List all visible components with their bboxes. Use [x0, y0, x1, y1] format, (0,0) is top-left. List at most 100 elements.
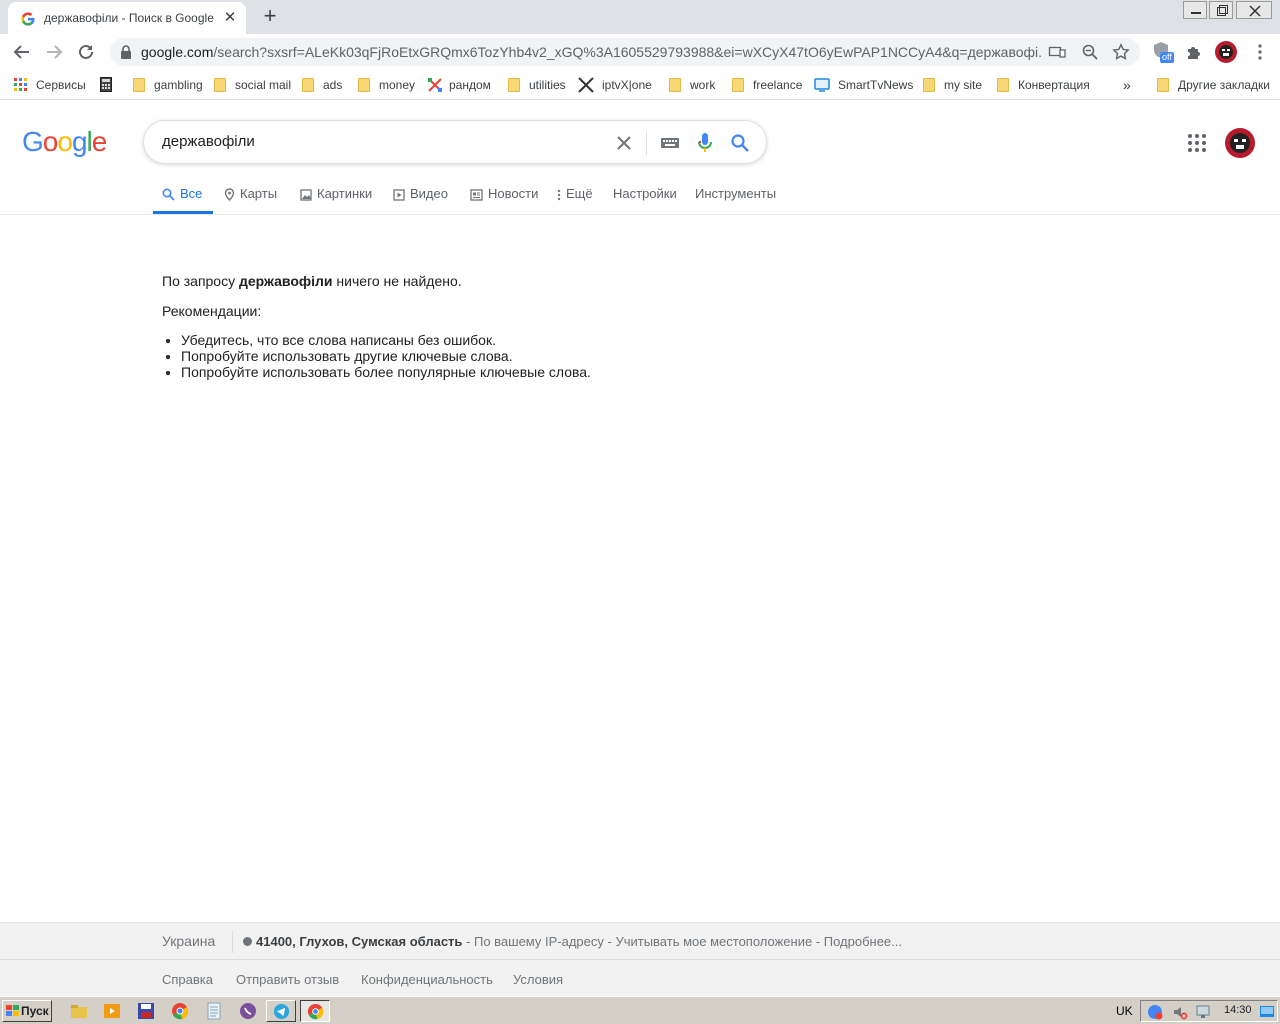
folder-icon — [996, 77, 1010, 93]
bookmark-ads[interactable]: ads — [301, 77, 342, 93]
reload-icon[interactable] — [76, 42, 96, 62]
notepad-icon[interactable] — [205, 1002, 223, 1020]
tab-label: Новости — [488, 186, 539, 201]
page-footer: Украина 41400, Глухов, Сумская область -… — [0, 922, 1280, 996]
footer-link-help[interactable]: Справка — [162, 972, 213, 987]
start-label: Пуск — [21, 1004, 49, 1018]
viber-icon[interactable] — [239, 1002, 257, 1020]
network-status-icon[interactable] — [1147, 1004, 1163, 1020]
profile-avatar[interactable] — [1215, 41, 1237, 63]
new-tab-button[interactable]: + — [258, 5, 282, 28]
footer-link-terms[interactable]: Условия — [513, 972, 563, 987]
bookmark-label: iptvX|one — [602, 78, 652, 92]
bookmark-random[interactable]: рандом — [427, 77, 491, 93]
tab-title: державофіли - Поиск в Google — [44, 11, 214, 25]
extension-button[interactable]: off — [1152, 41, 1176, 65]
search-icon[interactable] — [730, 133, 750, 153]
bookmark-other[interactable]: Другие закладки — [1156, 77, 1270, 93]
url-text: google.com/search?sxsrf=ALeKk03qFjRoEtxG… — [141, 44, 1041, 60]
chrome-icon[interactable] — [171, 1002, 189, 1020]
google-apps-icon[interactable] — [1187, 133, 1207, 153]
start-button[interactable]: Пуск — [2, 1000, 52, 1022]
tab-strip: державофіли - Поиск в Google ✕ + — [0, 0, 1280, 34]
microphone-icon[interactable] — [696, 132, 714, 154]
language-indicator[interactable]: UK — [1116, 1004, 1133, 1018]
google-logo[interactable]: Google — [22, 126, 107, 158]
close-window-button[interactable] — [1236, 1, 1272, 19]
bookmark-calculator[interactable] — [100, 77, 122, 93]
bookmark-conversion[interactable]: Конвертация — [996, 77, 1090, 93]
address-bar[interactable]: google.com/search?sxsrf=ALeKk03qFjRoEtxG… — [110, 38, 1140, 66]
restore-button[interactable] — [1209, 1, 1233, 19]
tab-label: Карты — [240, 186, 278, 201]
chrome-icon — [307, 1003, 324, 1020]
lock-icon[interactable] — [120, 45, 132, 59]
tab-label: Видео — [410, 186, 448, 201]
calculator-icon — [100, 77, 114, 93]
bookmark-freelance[interactable]: freelance — [731, 77, 802, 93]
tab-more[interactable]: Ещё — [557, 186, 593, 201]
keyboard-icon[interactable] — [660, 135, 680, 151]
footer-separator — [0, 959, 1280, 960]
bookmark-label: work — [690, 78, 716, 92]
search-input[interactable] — [162, 133, 602, 150]
display-icon[interactable] — [1196, 1004, 1212, 1020]
clear-icon[interactable] — [614, 133, 634, 153]
cast-devices-icon[interactable] — [1048, 44, 1066, 60]
search-box[interactable] — [143, 120, 767, 164]
bookmark-star-icon[interactable] — [1112, 43, 1130, 61]
footer-location[interactable]: 41400, Глухов, Сумская область - По ваше… — [243, 934, 902, 949]
tab-close-icon[interactable]: ✕ — [222, 10, 238, 26]
extensions-puzzle-icon[interactable] — [1184, 42, 1204, 62]
bookmark-work[interactable]: work — [668, 77, 715, 93]
bookmark-iptvxone[interactable]: iptvX|one — [578, 77, 652, 93]
show-desktop-icon[interactable] — [1259, 1004, 1275, 1020]
minimize-icon — [1191, 12, 1201, 14]
minimize-button[interactable] — [1183, 1, 1207, 19]
bookmark-services[interactable]: Сервисы — [14, 77, 86, 93]
clock[interactable]: 14:30 — [1224, 1004, 1252, 1016]
bookmark-label: ads — [323, 78, 343, 92]
tab-news[interactable]: Новости — [470, 186, 538, 201]
footer-link-privacy[interactable]: Конфиденциальность — [361, 972, 493, 987]
bookmarks-overflow-chevron-icon[interactable]: » — [1123, 77, 1131, 93]
zoom-icon[interactable] — [1081, 43, 1099, 61]
bookmark-gambling[interactable]: gambling — [132, 77, 203, 93]
random-icon — [427, 77, 442, 93]
bookmark-label: gambling — [154, 78, 203, 92]
extension-badge: off — [1160, 52, 1174, 63]
location-dot-icon — [243, 937, 252, 946]
account-face-icon — [1230, 133, 1250, 153]
tab-video[interactable]: Видео — [393, 186, 448, 201]
explorer-folder-icon[interactable] — [70, 1002, 88, 1020]
bookmark-my-site[interactable]: my site — [922, 77, 982, 93]
account-avatar[interactable] — [1225, 128, 1255, 158]
forward-arrow-icon[interactable] — [44, 42, 64, 62]
browser-tab[interactable]: державофіли - Поиск в Google ✕ — [8, 2, 246, 34]
folder-icon — [213, 77, 227, 93]
video-icon — [393, 189, 405, 201]
telegram-icon — [273, 1003, 290, 1020]
back-arrow-icon[interactable] — [12, 42, 32, 62]
folder-icon — [357, 77, 371, 93]
news-icon — [470, 189, 483, 201]
footer-link-feedback[interactable]: Отправить отзыв — [236, 972, 339, 987]
bookmark-social-mail[interactable]: social mail — [213, 77, 291, 93]
menu-kebab-icon[interactable] — [1250, 42, 1270, 62]
bookmark-utilities[interactable]: utilities — [507, 77, 566, 93]
volume-muted-icon[interactable] — [1172, 1004, 1188, 1020]
tab-maps[interactable]: Карты — [224, 186, 277, 201]
tab-images[interactable]: Картинки — [300, 186, 372, 201]
tab-settings[interactable]: Настройки — [613, 186, 677, 201]
bookmark-money[interactable]: money — [357, 77, 415, 93]
tab-tools[interactable]: Инструменты — [695, 186, 776, 201]
bookmark-smarttvnews[interactable]: SmartTvNews — [814, 77, 913, 93]
no-results-message: По запросу державофіли ничего не найдено… — [162, 272, 862, 290]
taskbar-chrome[interactable] — [300, 1000, 330, 1022]
media-player-icon[interactable] — [103, 1002, 121, 1020]
tab-all[interactable]: Все — [162, 186, 202, 201]
taskbar-telegram[interactable] — [266, 1000, 296, 1022]
footer-location-details: - По вашему IP-адресу - Учитывать мое ме… — [462, 934, 902, 949]
save-disk-icon[interactable] — [137, 1002, 155, 1020]
bookmark-label: Сервисы — [36, 78, 86, 92]
